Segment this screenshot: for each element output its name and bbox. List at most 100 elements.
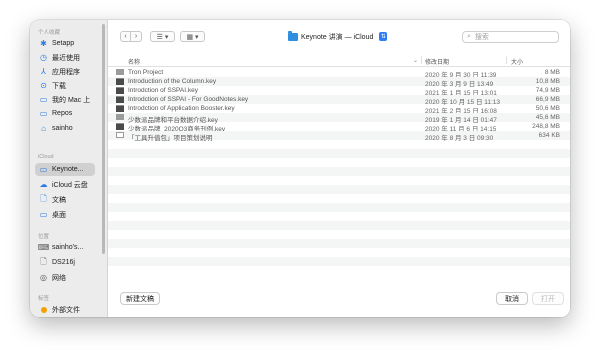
sidebar-item-network[interactable]: ◎ 网络 (35, 271, 95, 284)
location-label: Keynote 讲演 — iCloud (301, 33, 374, 41)
file-open-dialog: 个人收藏 ✱ Setapp ◷ 最近使用 ⅄ 应用程序 ⊙ 下载 ▭ 我的 Ma… (30, 20, 570, 317)
icloud-header: iCloud (38, 154, 54, 160)
search-placeholder: 搜索 (474, 34, 489, 41)
empty-row (108, 149, 570, 158)
sidebar-item-label: 下载 (52, 82, 66, 90)
open-button[interactable]: 打开 (532, 292, 564, 305)
file-list: Tron Project 2020 年 9 月 30 日 11:39 8 MB … (108, 68, 570, 266)
new-document-button[interactable]: 新建文稿 (120, 292, 160, 305)
chevron-left-icon: ‹ (124, 33, 127, 40)
sidebar-item-keynote[interactable]: ▭ Keynote... (35, 163, 95, 176)
sidebar-item-setapp[interactable]: ✱ Setapp (35, 37, 95, 50)
search-icon: ⌕ (467, 33, 471, 40)
file-date: 2020 年 8 月 3 日 09:30 (425, 135, 494, 142)
sidebar-item-downloads[interactable]: ⊙ 下载 (35, 79, 95, 92)
grid-group-icon: ▦ ▾ (186, 33, 199, 41)
date-column-header[interactable]: 修改日期 (425, 57, 449, 66)
sidebar-item-macbook[interactable]: ⌨ sainho's... (35, 241, 95, 254)
setapp-icon: ✱ (40, 39, 47, 48)
forward-button[interactable]: › (131, 31, 142, 42)
file-name: 「工具升值包」项目策划说明 (128, 135, 213, 142)
sidebar: 个人收藏 ✱ Setapp ◷ 最近使用 ⅄ 应用程序 ⊙ 下载 ▭ 我的 Ma… (30, 20, 108, 317)
folder-icon (116, 114, 124, 120)
laptop-icon: ⌨ (37, 243, 50, 252)
size-column-header[interactable]: 大小 (511, 57, 523, 66)
column-separator[interactable] (421, 56, 422, 64)
sidebar-item-label: 文稿 (52, 196, 66, 204)
file-name: Introdction of SSPAI - For GoodNotes.key (128, 96, 249, 103)
cancel-button[interactable]: 取消 (496, 292, 528, 305)
keynote-file-icon (116, 123, 124, 130)
file-size: 45,6 MB (535, 114, 560, 121)
favorites-header: 个人收藏 (38, 30, 61, 36)
file-size: 248,8 MB (532, 123, 560, 130)
sidebar-item-ds216j[interactable]: 🗋 DS216j (35, 256, 95, 269)
column-separator[interactable] (506, 56, 507, 64)
file-row[interactable]: 「工具升值包」项目策划说明 2020 年 8 月 3 日 09:30 634 K… (108, 131, 570, 142)
folder-icon (116, 69, 124, 75)
sidebar-item-icloud-drive[interactable]: ☁ iCloud 云盘 (35, 178, 95, 191)
drive-icon: 🗋 (40, 256, 47, 266)
keynote-file-icon (116, 87, 124, 94)
empty-row (108, 239, 570, 248)
clock-icon: ◷ (40, 53, 47, 62)
sidebar-item-label: 外部文件 (52, 306, 80, 314)
sidebar-item-label: sainho (52, 125, 73, 132)
empty-row (108, 167, 570, 176)
folder-icon: ▭ (39, 95, 48, 104)
empty-row (108, 230, 570, 239)
view-mode-button[interactable]: ☰ ▾ (150, 31, 175, 42)
sidebar-item-label: sainho's... (52, 244, 84, 251)
folder-icon: ▭ (39, 165, 48, 174)
file-row[interactable]: Introdction of SSPAI - For GoodNotes.key… (108, 95, 570, 106)
sidebar-item-label: 桌面 (52, 211, 66, 219)
list-view-icon: ☰ ▾ (156, 33, 169, 41)
file-row[interactable]: Tron Project 2020 年 9 月 30 日 11:39 8 MB (108, 68, 570, 79)
back-button[interactable]: ‹ (120, 31, 131, 42)
file-size: 50,6 MB (535, 105, 560, 112)
search-field[interactable]: ⌕ 搜索 (462, 31, 559, 43)
file-size: 10,8 MB (535, 78, 560, 85)
group-button[interactable]: ▦ ▾ (180, 31, 205, 42)
location-stepper-icon: ⇅ (379, 32, 388, 41)
empty-row (108, 158, 570, 167)
empty-row (108, 203, 570, 212)
sidebar-item-label: Keynote... (52, 166, 84, 173)
applications-icon: ⅄ (41, 67, 46, 76)
sidebar-item-on-my-mac[interactable]: ▭ 我的 Mac 上 (35, 93, 95, 106)
sidebar-item-label: Repos (52, 110, 73, 117)
sidebar-item-home[interactable]: ⌂ sainho (35, 122, 95, 135)
file-size: 66,9 MB (535, 96, 560, 103)
file-row[interactable]: Introdction of SSPAI.key 2021 年 1 月 15 日… (108, 86, 570, 97)
empty-row (108, 176, 570, 185)
sidebar-item-label: 最近使用 (52, 54, 80, 62)
sidebar-item-tag-external[interactable]: 外部文件 (35, 303, 95, 316)
sidebar-item-desktop[interactable]: ▭ 桌面 (35, 208, 95, 221)
sort-chevron-icon[interactable]: ⌄ (413, 57, 418, 64)
toolbar: ‹ › ☰ ▾ ▦ ▾ Keynote 讲演 — iCloud ⇅ ⌕ 搜索 (108, 20, 570, 53)
sidebar-item-repos[interactable]: ▭ Repos (35, 107, 95, 120)
empty-row (108, 257, 570, 266)
chevron-right-icon: › (134, 33, 138, 40)
desktop-icon: ▭ (39, 210, 48, 219)
folder-icon: ▭ (39, 109, 48, 118)
sidebar-item-label: Setapp (52, 40, 75, 47)
empty-row (108, 221, 570, 230)
sidebar-item-recents[interactable]: ◷ 最近使用 (35, 51, 95, 64)
sidebar-item-label: 网络 (52, 274, 66, 282)
file-size: 634 KB (538, 132, 560, 139)
keynote-file-icon (116, 105, 124, 112)
empty-row (108, 194, 570, 203)
name-column-header[interactable]: 名称 (128, 57, 140, 66)
document-icon: 🗋 (40, 193, 47, 203)
file-row[interactable]: 少数派品牌和平台数据介绍.key 2019 年 1 月 14 日 01:47 4… (108, 113, 570, 124)
sidebar-item-documents[interactable]: 🗋 文稿 (35, 193, 95, 206)
file-row[interactable]: Introduction of the Column.key 2020 年 3 … (108, 77, 570, 88)
cloud-icon: ☁ (39, 180, 48, 189)
sidebar-item-applications[interactable]: ⅄ 应用程序 (35, 65, 95, 78)
sidebar-scrollbar[interactable] (102, 24, 105, 254)
file-row[interactable]: 少数派品牌_2020Q3商务刊例.key 2020 年 11 月 6 日 14:… (108, 122, 570, 133)
file-name: Tron Project (128, 69, 164, 76)
file-row[interactable]: Introdction of Application Booster.key 2… (108, 104, 570, 115)
location-popup[interactable]: Keynote 讲演 — iCloud ⇅ (288, 30, 388, 42)
